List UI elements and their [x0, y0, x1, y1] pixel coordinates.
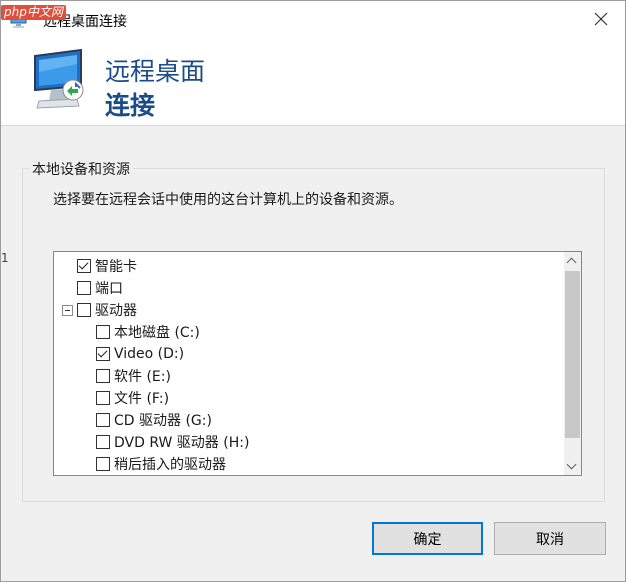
- header-title-line1: 远程桌面: [105, 57, 206, 86]
- checkbox[interactable]: [96, 413, 110, 427]
- cancel-button[interactable]: 取消: [494, 522, 606, 555]
- tree-item-label: 文件 (F:): [114, 391, 170, 407]
- checkbox[interactable]: [96, 369, 110, 383]
- tree-item-label: Video (D:): [114, 346, 185, 362]
- tree-item-drives[interactable]: 驱动器: [77, 299, 137, 321]
- tree-item-label: 驱动器: [95, 303, 137, 319]
- tree-item-drive-f[interactable]: 文件 (F:): [96, 387, 169, 409]
- tree-item-label: CD 驱动器 (G:): [114, 413, 212, 429]
- tree-item-label: 智能卡: [95, 259, 137, 275]
- checkbox[interactable]: [96, 435, 110, 449]
- scroll-up-button[interactable]: [564, 252, 581, 269]
- tree-item-ports[interactable]: 端口: [77, 277, 123, 299]
- checkbox[interactable]: [77, 281, 91, 295]
- checkbox[interactable]: [77, 303, 91, 317]
- dialog-header: 远程桌面 连接: [1, 38, 625, 126]
- tree-item-label: 软件 (E:): [114, 369, 171, 385]
- checkbox[interactable]: [77, 259, 91, 273]
- tree-item-label: 端口: [95, 281, 123, 297]
- checkbox[interactable]: [96, 347, 110, 361]
- device-tree[interactable]: 智能卡 端口 驱动器 本地磁盘 (C:) Video (D:) 软件 (E:) …: [53, 251, 582, 476]
- collapse-toggle-icon[interactable]: [62, 305, 73, 316]
- tree-item-drive-h[interactable]: DVD RW 驱动器 (H:): [96, 431, 249, 453]
- vertical-scrollbar[interactable]: [564, 252, 581, 475]
- tree-item-drive-c[interactable]: 本地磁盘 (C:): [96, 321, 200, 343]
- tree-item-drive-g[interactable]: CD 驱动器 (G:): [96, 409, 212, 431]
- close-icon[interactable]: [591, 9, 611, 29]
- ok-button[interactable]: 确定: [372, 522, 483, 555]
- header-title-line2: 连接: [105, 91, 156, 120]
- tree-item-drive-e[interactable]: 软件 (E:): [96, 365, 171, 387]
- tree-item-label: 稍后插入的驱动器: [114, 457, 226, 473]
- remote-desktop-monitor-icon: [34, 48, 84, 109]
- tree-item-drive-d[interactable]: Video (D:): [96, 343, 184, 365]
- chevron-up-icon: [566, 257, 577, 268]
- rdp-dialog: 远程桌面连接 php中文网 远程桌面 连接 1 本地设备和资源 选择要在远程会话…: [0, 0, 626, 582]
- title-bar: 远程桌面连接 php中文网: [1, 1, 625, 38]
- tree-item-smartcard[interactable]: 智能卡: [77, 255, 137, 277]
- tree-item-later-drives[interactable]: 稍后插入的驱动器: [96, 453, 226, 475]
- checkbox[interactable]: [96, 457, 110, 471]
- scroll-thumb[interactable]: [565, 271, 580, 438]
- edge-fragment-text: 1: [1, 251, 9, 265]
- group-description: 选择要在远程会话中使用的这台计算机上的设备和资源。: [53, 192, 403, 208]
- checkbox[interactable]: [96, 325, 110, 339]
- group-title: 本地设备和资源: [29, 159, 133, 179]
- scroll-down-button[interactable]: [564, 458, 581, 475]
- checkbox[interactable]: [96, 391, 110, 405]
- tree-item-label: DVD RW 驱动器 (H:): [114, 435, 250, 451]
- chevron-down-icon: [566, 459, 577, 470]
- watermark-badge: php中文网: [1, 5, 66, 20]
- tree-item-label: 本地磁盘 (C:): [114, 325, 200, 341]
